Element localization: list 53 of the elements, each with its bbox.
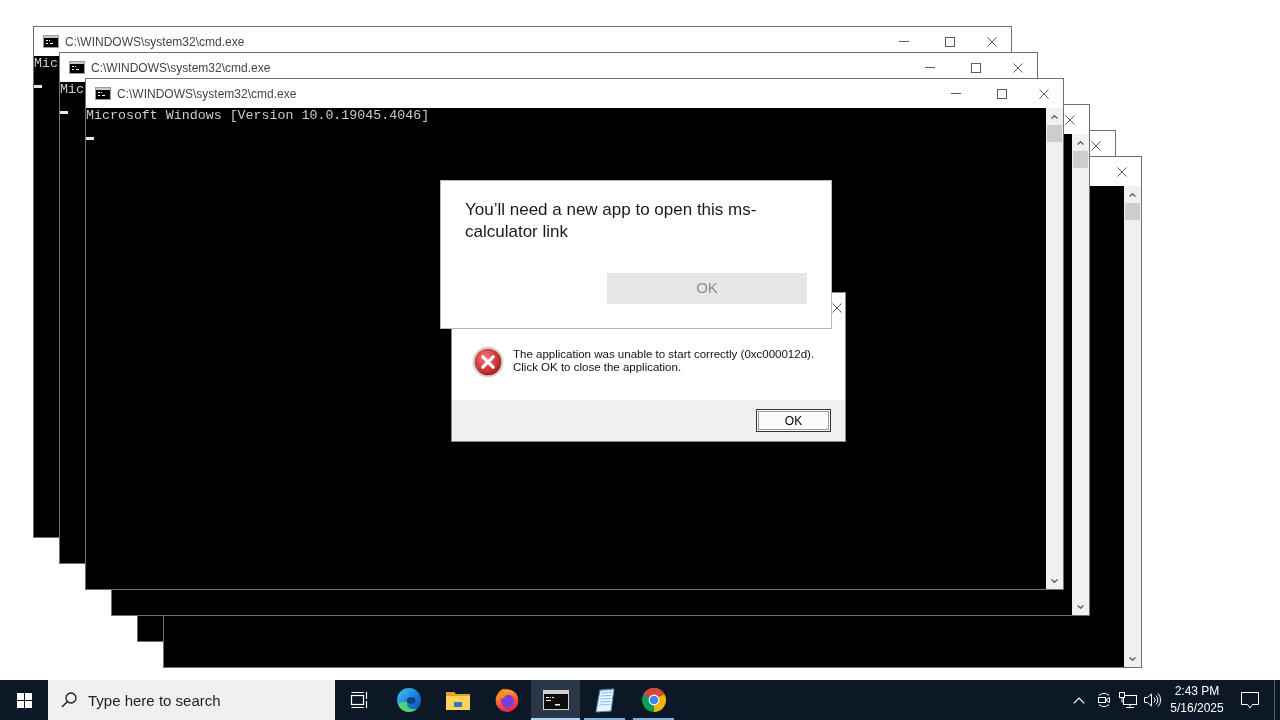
terminal-icon — [542, 690, 569, 710]
browser-icon — [493, 687, 520, 713]
close-icon[interactable] — [832, 303, 842, 313]
maximize-icon[interactable] — [971, 62, 981, 73]
camera-icon[interactable] — [1097, 692, 1111, 708]
chevron-up-icon[interactable] — [1073, 696, 1085, 704]
scroll-thumb[interactable] — [1125, 203, 1140, 220]
close-icon[interactable] — [987, 36, 997, 47]
close-icon[interactable] — [1091, 140, 1101, 151]
network-icon[interactable] — [1119, 692, 1137, 708]
task-view-icon — [349, 691, 370, 709]
speaker-icon[interactable] — [1143, 692, 1161, 708]
folder-icon — [444, 689, 471, 711]
close-icon[interactable] — [1039, 88, 1049, 99]
error-icon — [472, 346, 504, 378]
maximize-icon[interactable] — [945, 36, 955, 47]
ok-button[interactable]: OK — [756, 409, 831, 432]
clock-button[interactable]: 2:43 PM 5/16/2025 — [1168, 680, 1226, 720]
notepad-icon — [592, 687, 617, 713]
maximize-icon[interactable] — [997, 88, 1007, 99]
console-text: Microsoft Windows [Version 10.0.19045.4046] — [86, 108, 430, 124]
terminal-icon — [69, 61, 85, 74]
scrollbar[interactable] — [1124, 186, 1141, 667]
scrollbar[interactable] — [1046, 108, 1063, 589]
scroll-thumb[interactable] — [1073, 151, 1088, 168]
window-title: C:\WINDOWS\system32\cmd.exe — [117, 85, 297, 103]
console-text: Mic — [60, 82, 84, 98]
window-title: C:\WINDOWS\system32\cmd.exe — [65, 33, 245, 51]
window-title: C:\WINDOWS\system32\cmd.exe — [91, 59, 271, 77]
error-message: The application was unable to start correctly (0xc000012d). — [513, 348, 815, 361]
close-icon[interactable] — [1065, 114, 1075, 125]
search-icon — [61, 692, 77, 708]
browser-icon — [395, 687, 422, 713]
terminal-icon — [95, 87, 111, 100]
taskbar-button[interactable] — [531, 680, 580, 720]
close-icon[interactable] — [1013, 62, 1023, 73]
caret-up-icon[interactable] — [1129, 192, 1136, 197]
search-field[interactable]: Type here to search — [48, 680, 335, 720]
caret-down-icon[interactable] — [1077, 604, 1084, 609]
scrollbar[interactable] — [1072, 134, 1089, 615]
close-icon[interactable] — [1117, 166, 1127, 177]
scroll-thumb[interactable] — [1047, 125, 1062, 142]
console-text: Mic — [34, 56, 58, 72]
windows-logo-icon — [16, 692, 32, 708]
error-message: Click OK to close the application. — [513, 361, 682, 374]
browser-icon — [640, 687, 667, 713]
prompt-message: You’ll need a new app to open this ms-calculator link — [465, 199, 758, 243]
speech-bubble-icon[interactable] — [1241, 691, 1259, 709]
caret-down-icon[interactable] — [1051, 578, 1058, 583]
terminal-icon — [43, 35, 59, 48]
caret-up-icon[interactable] — [1077, 140, 1084, 145]
caret-down-icon[interactable] — [1129, 656, 1136, 661]
caret-up-icon[interactable] — [1051, 114, 1058, 119]
